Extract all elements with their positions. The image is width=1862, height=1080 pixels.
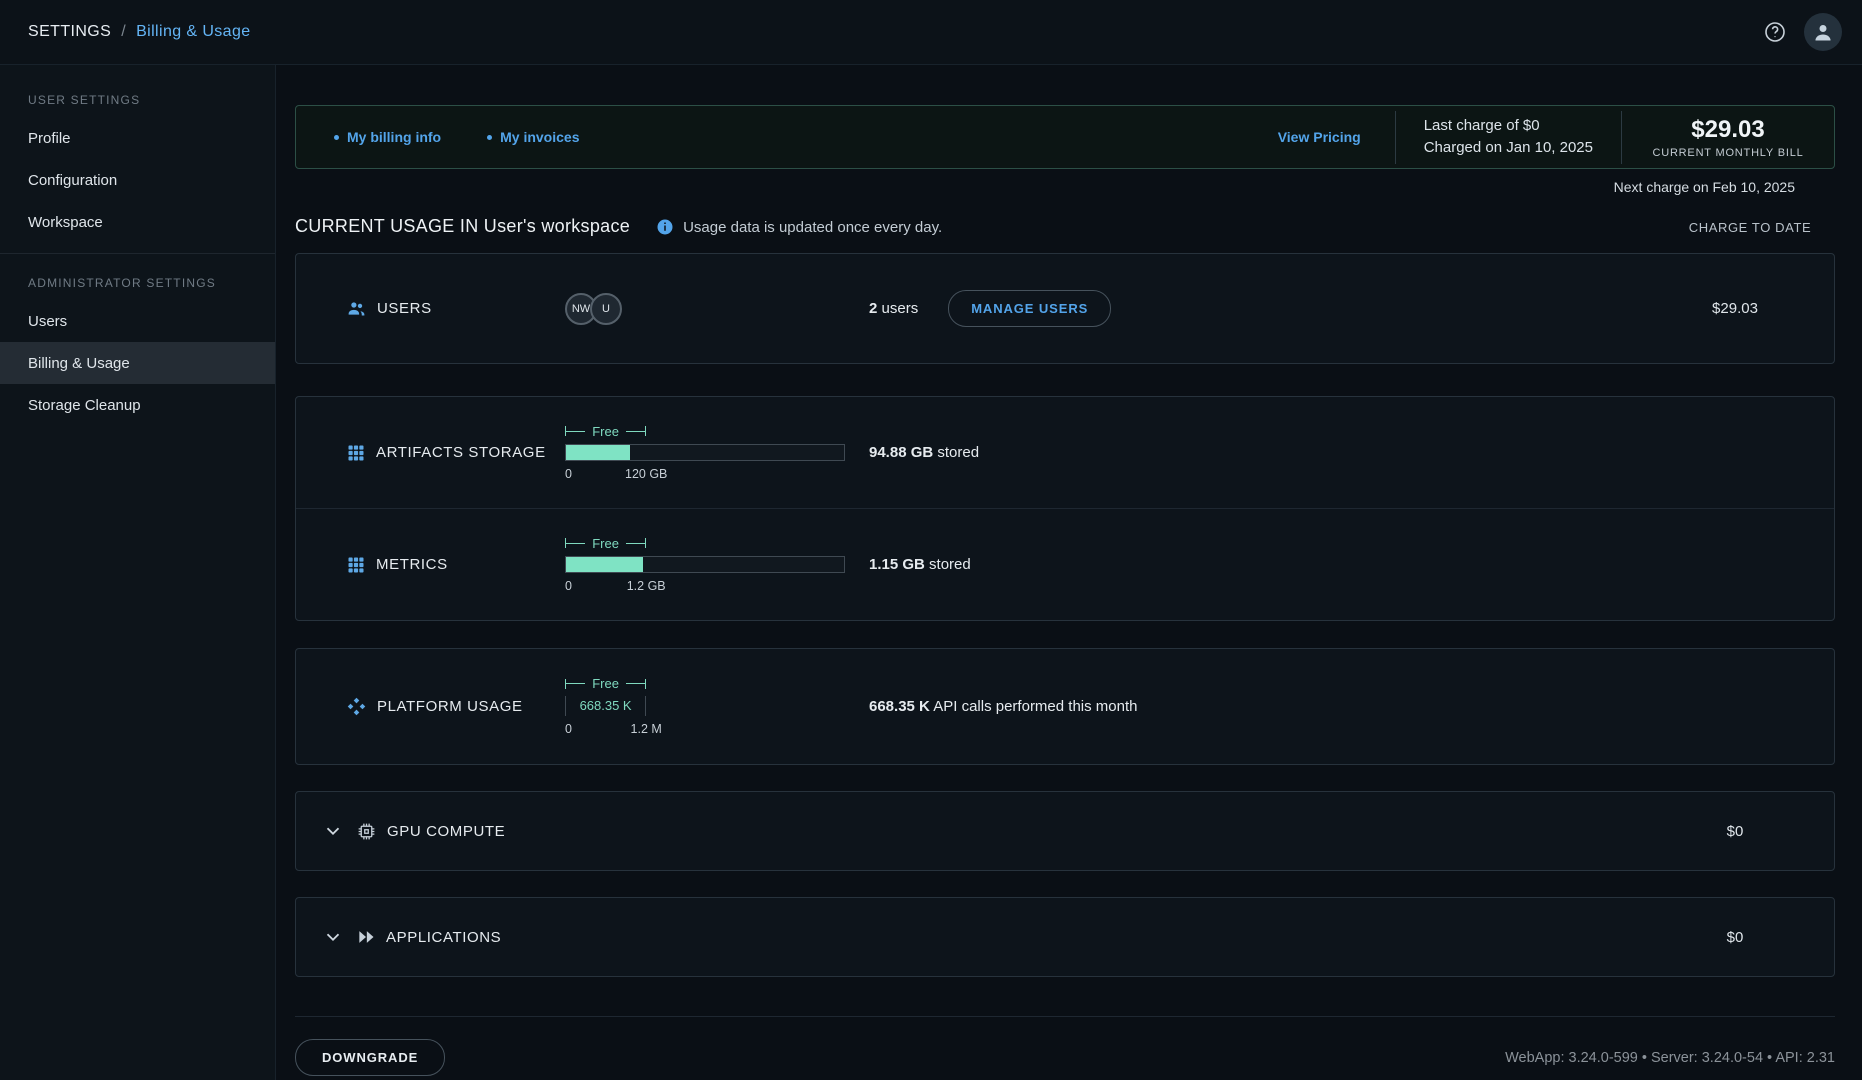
platform-label: PLATFORM USAGE	[377, 698, 523, 715]
current-bill-amount: $29.03	[1622, 116, 1834, 144]
breadcrumb-current-page: Billing & Usage	[136, 23, 251, 41]
free-tier-bracket: Free	[565, 424, 646, 439]
bullet-icon	[334, 135, 339, 140]
current-monthly-bill: $29.03 CURRENT MONTHLY BILL	[1622, 116, 1834, 159]
sidebar-item-workspace[interactable]: Workspace	[0, 201, 275, 243]
artifacts-label: ARTIFACTS STORAGE	[376, 444, 546, 461]
chevron-down-icon[interactable]	[322, 820, 344, 842]
footer-bar: DOWNGRADE WebApp: 3.24.0-599 • Server: 3…	[295, 1039, 1835, 1076]
current-bill-caption: CURRENT MONTHLY BILL	[1622, 147, 1834, 159]
downgrade-button[interactable]: DOWNGRADE	[295, 1039, 445, 1076]
breadcrumb-settings-link[interactable]: SETTINGS	[28, 23, 111, 41]
manage-users-button[interactable]: MANAGE USERS	[948, 290, 1111, 327]
artifacts-progress-bar	[565, 444, 845, 461]
last-charge-line2: Charged on Jan 10, 2025	[1424, 137, 1593, 160]
metrics-scale: 0 1.2 GB	[565, 579, 845, 594]
platform-usage-meter: Free 668.35 K 0 1.2 M	[565, 676, 845, 737]
metrics-usage-bar: Free 0 1.2 GB	[565, 536, 845, 594]
users-charge: $29.03	[1650, 300, 1820, 317]
storage-usage-card: ARTIFACTS STORAGE Free 0 120 GB 94.88 GB…	[295, 396, 1835, 621]
sidebar-item-storage-cleanup[interactable]: Storage Cleanup	[0, 384, 275, 426]
applications-card: APPLICATIONS $0	[295, 897, 1835, 977]
users-usage-card: USERS NW U 2 users MANAGE USERS $29.03	[295, 253, 1835, 364]
user-avatar-icon[interactable]	[1804, 13, 1842, 51]
user-avatars: NW U	[565, 293, 869, 325]
breadcrumb-separator: /	[121, 23, 126, 41]
users-row-label: USERS	[346, 298, 565, 319]
artifacts-row-label: ARTIFACTS STORAGE	[346, 443, 565, 463]
help-icon[interactable]	[1762, 19, 1788, 45]
applications-row[interactable]: APPLICATIONS $0	[296, 898, 1834, 976]
charge-to-date-label: CHARGE TO DATE	[1665, 220, 1835, 237]
sidebar-item-configuration[interactable]: Configuration	[0, 159, 275, 201]
avatar-u: U	[590, 293, 622, 325]
gpu-row-label: GPU COMPUTE	[356, 821, 505, 842]
gpu-compute-card: GPU COMPUTE $0	[295, 791, 1835, 871]
breadcrumb: SETTINGS / Billing & Usage	[28, 23, 251, 41]
gpu-chip-icon	[356, 821, 377, 842]
platform-usage-row: PLATFORM USAGE Free 668.35 K 0 1.2 M 668…	[296, 649, 1834, 764]
last-charge-line1: Last charge of $0	[1424, 115, 1593, 138]
metrics-stored-text: 1.15 GB stored	[869, 556, 1650, 573]
platform-row-label: PLATFORM USAGE	[346, 696, 565, 717]
sidebar-item-users[interactable]: Users	[0, 300, 275, 342]
platform-diamonds-icon	[346, 696, 367, 717]
billing-summary-card: My billing info My invoices View Pricing…	[295, 105, 1835, 169]
applications-label: APPLICATIONS	[386, 929, 501, 946]
artifacts-usage-bar: Free 0 120 GB	[565, 424, 845, 482]
my-billing-info-link[interactable]: My billing info	[334, 129, 441, 145]
gpu-compute-row[interactable]: GPU COMPUTE $0	[296, 792, 1834, 870]
free-tier-bracket: Free	[565, 676, 646, 691]
applications-row-label: APPLICATIONS	[356, 927, 501, 947]
settings-sidebar: USER SETTINGS Profile Configuration Work…	[0, 65, 276, 1080]
free-tier-bracket: Free	[565, 536, 646, 551]
artifacts-scale: 0 120 GB	[565, 467, 845, 482]
topbar: SETTINGS / Billing & Usage	[0, 0, 1862, 65]
metrics-row-label: METRICS	[346, 555, 565, 575]
storage-grid-icon	[346, 443, 366, 463]
platform-calls-text: 668.35 K API calls performed this month	[869, 698, 1650, 715]
view-pricing-link[interactable]: View Pricing	[1278, 129, 1361, 145]
sidebar-item-billing-usage[interactable]: Billing & Usage	[0, 342, 275, 384]
users-row: USERS NW U 2 users MANAGE USERS $29.03	[296, 254, 1834, 363]
gpu-label: GPU COMPUTE	[387, 823, 505, 840]
applications-icon	[356, 927, 376, 947]
artifacts-storage-row: ARTIFACTS STORAGE Free 0 120 GB 94.88 GB…	[296, 397, 1834, 508]
metrics-label: METRICS	[376, 556, 448, 573]
billing-summary-right: View Pricing Last charge of $0 Charged o…	[1278, 111, 1834, 164]
users-info: 2 users MANAGE USERS	[869, 290, 1650, 327]
users-icon	[346, 298, 367, 319]
version-info: WebApp: 3.24.0-599 • Server: 3.24.0-54 •…	[1505, 1050, 1835, 1066]
billing-usage-page: My billing info My invoices View Pricing…	[276, 65, 1862, 1080]
sidebar-divider	[0, 253, 275, 254]
usage-info-note: Usage data is updated once every day.	[656, 218, 942, 237]
platform-scale: 0 1.2 M	[565, 722, 845, 737]
applications-charge: $0	[1650, 929, 1820, 946]
next-charge-note: Next charge on Feb 10, 2025	[295, 169, 1835, 201]
sidebar-section-user-settings: USER SETTINGS	[0, 81, 275, 117]
artifacts-progress-fill	[566, 445, 630, 460]
usage-header: CURRENT USAGE IN User's workspace Usage …	[295, 207, 1835, 237]
platform-usage-card: PLATFORM USAGE Free 668.35 K 0 1.2 M 668…	[295, 648, 1835, 765]
billing-links: My billing info My invoices	[334, 129, 579, 145]
metrics-row: METRICS Free 0 1.2 GB 1.15 GB stored	[296, 509, 1834, 620]
usage-section-title: CURRENT USAGE IN User's workspace	[295, 216, 630, 237]
info-icon	[656, 218, 674, 236]
last-charge-info: Last charge of $0 Charged on Jan 10, 202…	[1395, 111, 1622, 164]
platform-usage-value: 668.35 K	[565, 696, 646, 716]
metrics-progress-bar	[565, 556, 845, 573]
metrics-grid-icon	[346, 555, 366, 575]
users-count: 2 users	[869, 300, 918, 317]
sidebar-section-admin-settings: ADMINISTRATOR SETTINGS	[0, 264, 275, 300]
my-invoices-link[interactable]: My invoices	[487, 129, 579, 145]
sidebar-item-profile[interactable]: Profile	[0, 117, 275, 159]
metrics-progress-fill	[566, 557, 643, 572]
footer-divider	[295, 1016, 1835, 1017]
artifacts-stored-text: 94.88 GB stored	[869, 444, 1650, 461]
gpu-charge: $0	[1650, 823, 1820, 840]
bullet-icon	[487, 135, 492, 140]
users-label: USERS	[377, 300, 432, 317]
chevron-down-icon[interactable]	[322, 926, 344, 948]
topbar-actions	[1762, 13, 1842, 51]
